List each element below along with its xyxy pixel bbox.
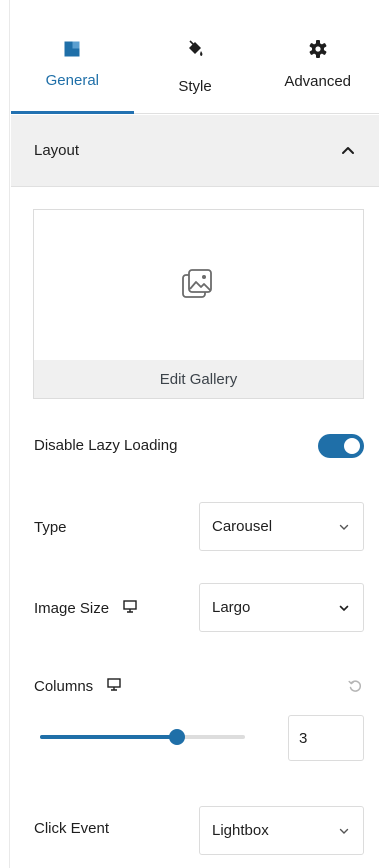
tab-general[interactable]: General [11,16,134,114]
columns-slider[interactable] [40,725,245,749]
layout-section-toggle[interactable]: Layout [11,115,379,187]
section-title: Layout [34,142,80,159]
layout-block-icon [64,40,80,58]
tab-style-label: Style [178,78,212,95]
desktop-icon[interactable] [107,678,121,695]
click-event-label: Click Event [34,820,109,837]
image-size-select[interactable]: Largo [199,583,364,632]
columns-label: Columns [34,678,121,695]
lazy-loading-toggle[interactable] [318,434,364,458]
inspector-tabs: General Style Advanced [11,16,379,114]
columns-text: Columns [34,678,94,695]
tab-style[interactable]: Style [134,16,257,113]
gear-icon [309,40,327,58]
tab-advanced[interactable]: Advanced [256,16,379,113]
paint-bucket-icon [186,40,204,58]
chevron-down-icon [339,822,349,839]
type-text: Type [34,519,67,536]
chevron-down-icon [339,518,349,535]
panel-left-edge [0,0,10,868]
slider-fill [40,735,178,739]
type-select-value: Carousel [212,518,273,535]
lazy-loading-text: Disable Lazy Loading [34,437,178,454]
type-label: Type [34,519,67,536]
tab-general-label: General [45,72,100,89]
click-event-select[interactable]: Lightbox [199,806,364,855]
lazy-loading-label: Disable Lazy Loading [34,437,177,454]
image-size-select-value: Largo [212,599,251,616]
gallery-image-icon [181,268,215,307]
image-size-label: Image Size [34,600,137,617]
panel-top-strip [11,0,379,16]
chevron-down-icon [339,599,349,616]
type-select[interactable]: Carousel [199,502,364,551]
edit-gallery-button[interactable]: Edit Gallery [34,360,363,398]
click-event-select-value: Lightbox [212,822,269,839]
reset-icon[interactable] [348,679,362,698]
click-event-text: Click Event [34,820,110,837]
desktop-icon[interactable] [123,600,137,617]
tab-advanced-label: Advanced [284,73,352,90]
gallery-picker[interactable]: Edit Gallery [33,209,364,399]
slider-thumb[interactable] [169,729,186,745]
image-size-text: Image Size [34,600,110,617]
chevron-up-icon [341,142,355,160]
columns-number-input[interactable] [288,715,364,761]
toggle-knob [344,438,360,454]
